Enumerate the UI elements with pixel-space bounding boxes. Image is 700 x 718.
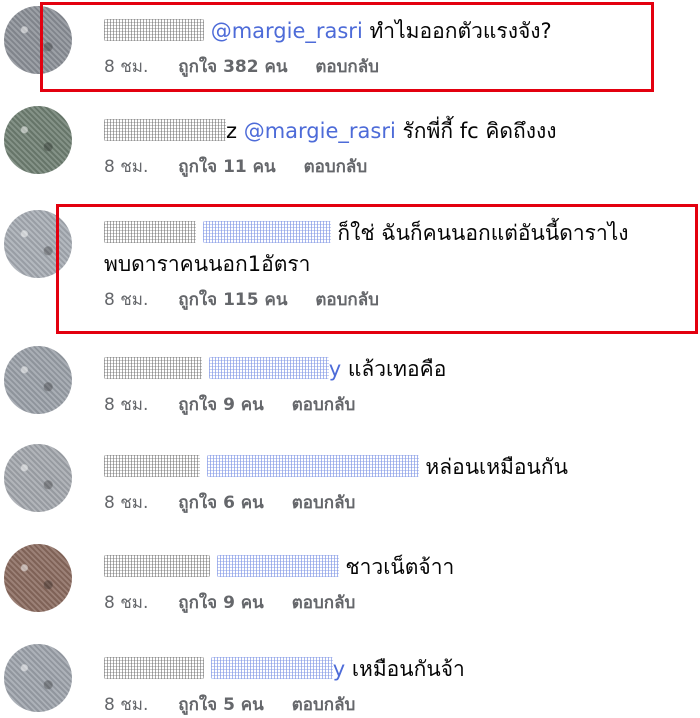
comment-time[interactable]: 8 ชม. (104, 290, 148, 310)
reply-button[interactable]: ตอบกลับ (292, 593, 356, 613)
comment-text: หล่อนเหมือนกัน (104, 452, 692, 483)
reply-button[interactable]: ตอบกลับ (292, 695, 356, 715)
comment-body: ก็ใช่ ฉันก็คนนอกแต่อันนี้ดาราไง พบดาราคน… (104, 218, 692, 313)
comment-text: z @margie_rasri รักพี่กี้ fc คิดถึงงง (104, 116, 692, 147)
username-suffix[interactable]: z (226, 119, 237, 143)
comment-text: @margie_rasri ทำไมออกตัวแรงจัง? (104, 16, 692, 47)
comment-time[interactable]: 8 ชม. (104, 695, 148, 715)
mention-link[interactable]: @margie_rasri (211, 19, 363, 43)
comment-message: ทำไมออกตัวแรงจัง? (369, 19, 552, 43)
redacted-username[interactable] (104, 119, 226, 141)
reply-button[interactable]: ตอบกลับ (315, 57, 379, 77)
reply-button[interactable]: ตอบกลับ (292, 395, 356, 415)
comment-meta: 8 ชม. ถูกใจ 115 คน ตอบกลับ (104, 286, 692, 313)
comment-time[interactable]: 8 ชม. (104, 493, 148, 513)
comment-time[interactable]: 8 ชม. (104, 157, 148, 177)
mention-link[interactable]: @margie_rasri (244, 119, 396, 143)
comment-body: y แล้วเทอคือ 8 ชม. ถูกใจ 9 คน ตอบกลับ (104, 354, 692, 418)
comment-body: @margie_rasri ทำไมออกตัวแรงจัง? 8 ชม. ถู… (104, 16, 692, 80)
avatar[interactable] (4, 210, 72, 278)
like-count[interactable]: ถูกใจ 5 คน (178, 695, 264, 715)
comment-message: หล่อนเหมือนกัน (425, 455, 568, 479)
comment-message: เหมือนกันจ้า (351, 657, 465, 681)
reply-button[interactable]: ตอบกลับ (304, 157, 368, 177)
comment-time[interactable]: 8 ชม. (104, 593, 148, 613)
comment-body: ชาวเน็ตจ้าา 8 ชม. ถูกใจ 9 คน ตอบกลับ (104, 552, 692, 616)
redacted-username[interactable] (104, 455, 200, 477)
comment-body: z @margie_rasri รักพี่กี้ fc คิดถึงงง 8 … (104, 116, 692, 180)
comment-message: ชาวเน็ตจ้าา (345, 555, 455, 579)
avatar[interactable] (4, 346, 72, 414)
comment-body: หล่อนเหมือนกัน 8 ชม. ถูกใจ 6 คน ตอบกลับ (104, 452, 692, 516)
comment-message: แล้วเทอคือ (347, 357, 447, 381)
comment-text: ชาวเน็ตจ้าา (104, 552, 692, 583)
avatar[interactable] (4, 644, 72, 712)
comment-meta: 8 ชม. ถูกใจ 6 คน ตอบกลับ (104, 489, 692, 516)
comment-text: ก็ใช่ ฉันก็คนนอกแต่อันนี้ดาราไง (104, 218, 692, 249)
comment-message: ก็ใช่ ฉันก็คนนอกแต่อันนี้ดาราไง (337, 221, 629, 245)
comment-text: y แล้วเทอคือ (104, 354, 692, 385)
redacted-username[interactable] (104, 19, 204, 41)
comment-text: y เหมือนกันจ้า (104, 654, 692, 685)
redacted-mention[interactable] (206, 455, 419, 477)
mention-tail[interactable]: y (333, 657, 345, 681)
like-count[interactable]: ถูกใจ 6 คน (178, 493, 264, 513)
reply-button[interactable]: ตอบกลับ (292, 493, 356, 513)
like-count[interactable]: ถูกใจ 9 คน (178, 593, 264, 613)
redacted-username[interactable] (104, 221, 196, 243)
like-count[interactable]: ถูกใจ 115 คน (178, 290, 287, 310)
comment-time[interactable]: 8 ชม. (104, 57, 148, 77)
redacted-username[interactable] (104, 357, 202, 379)
comment-meta: 8 ชม. ถูกใจ 9 คน ตอบกลับ (104, 589, 692, 616)
redacted-mention[interactable] (208, 357, 329, 379)
redacted-mention[interactable] (210, 657, 333, 679)
comment-message: รักพี่กี้ fc คิดถึงงง (402, 119, 557, 143)
redacted-username[interactable] (104, 657, 204, 679)
avatar[interactable] (4, 444, 72, 512)
like-count[interactable]: ถูกใจ 9 คน (178, 395, 264, 415)
comment-meta: 8 ชม. ถูกใจ 9 คน ตอบกลับ (104, 391, 692, 418)
reply-button[interactable]: ตอบกลับ (315, 290, 379, 310)
redacted-mention[interactable] (216, 555, 339, 577)
avatar[interactable] (4, 6, 72, 74)
mention-tail[interactable]: y (329, 357, 341, 381)
redacted-mention[interactable] (202, 221, 331, 243)
redacted-username[interactable] (104, 555, 210, 577)
like-count[interactable]: ถูกใจ 382 คน (178, 57, 287, 77)
comment-body: y เหมือนกันจ้า 8 ชม. ถูกใจ 5 คน ตอบกลับ (104, 654, 692, 718)
avatar[interactable] (4, 106, 72, 174)
comment-text-line2: พบดาราคนนอก1อัตรา (104, 252, 311, 276)
comment-time[interactable]: 8 ชม. (104, 395, 148, 415)
comment-meta: 8 ชม. ถูกใจ 382 คน ตอบกลับ (104, 53, 692, 80)
comment-meta: 8 ชม. ถูกใจ 5 คน ตอบกลับ (104, 691, 692, 718)
avatar[interactable] (4, 544, 72, 612)
like-count[interactable]: ถูกใจ 11 คน (178, 157, 275, 177)
comment-meta: 8 ชม. ถูกใจ 11 คน ตอบกลับ (104, 153, 692, 180)
